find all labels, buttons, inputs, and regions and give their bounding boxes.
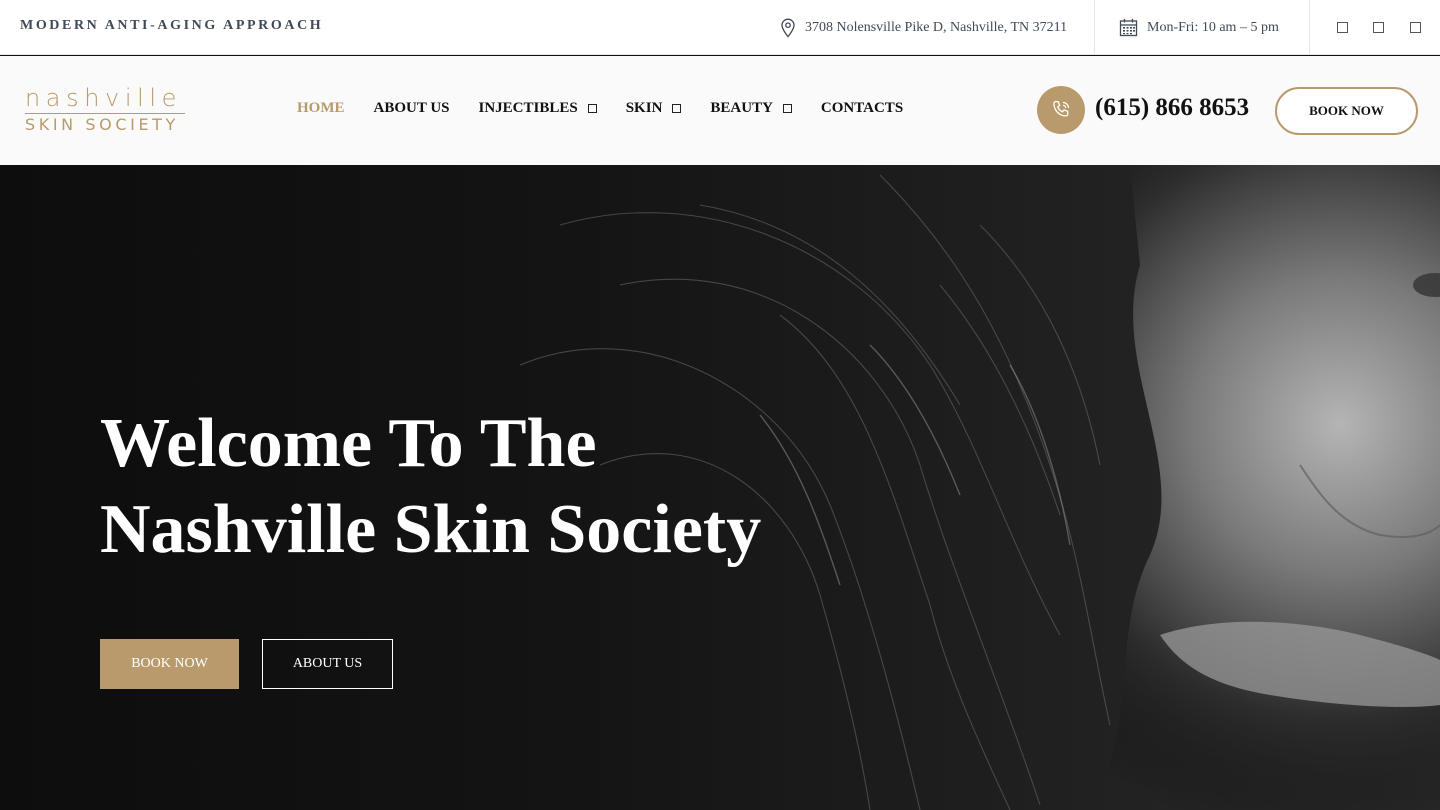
hero-title-line-2: Nashville Skin Society	[100, 491, 762, 568]
opening-hours: Mon-Fri: 10 am – 5 pm	[1094, 0, 1279, 55]
location-pin-icon	[781, 18, 795, 38]
nav-item-label: HOME	[297, 100, 345, 116]
site-logo[interactable]: nashville SKIN SOCIETY	[25, 86, 190, 133]
logo-divider	[25, 113, 185, 114]
hero-about-us-button[interactable]: ABOUT US	[262, 639, 393, 689]
social-icon-1[interactable]	[1336, 22, 1348, 33]
nav-item-injectibles[interactable]: INJECTIBLES	[479, 100, 597, 117]
nav-item-label: INJECTIBLES	[478, 100, 578, 116]
dropdown-icon	[672, 104, 682, 113]
hero-section: Welcome To The Nashville Skin Society BO…	[0, 165, 1440, 810]
header-book-now-button[interactable]: BOOK NOW	[1275, 87, 1418, 135]
hours-text: Mon-Fri: 10 am – 5 pm	[1147, 19, 1279, 35]
hero-book-now-button[interactable]: BOOK NOW	[100, 639, 239, 689]
nav-item-skin[interactable]: SKIN	[626, 100, 682, 117]
phone-icon	[1053, 100, 1070, 117]
nav-item-about-us[interactable]: ABOUT US	[374, 100, 450, 117]
address[interactable]: 3708 Nolensville Pike D, Nashville, TN 3…	[780, 0, 1067, 55]
hero-title: Welcome To The Nashville Skin Society	[100, 401, 761, 573]
social-icon-3[interactable]	[1410, 22, 1422, 33]
hero-title-line-1: Welcome To The	[100, 405, 597, 482]
logo-wordmark-top: nashville	[25, 84, 183, 112]
nav-item-label: CONTACTS	[820, 100, 904, 116]
nav-item-label: BEAUTY	[710, 100, 773, 116]
main-header: nashville SKIN SOCIETY HOME ABOUT US INJ…	[0, 56, 1440, 165]
dropdown-icon	[587, 104, 597, 113]
nav-item-label: SKIN	[625, 100, 663, 116]
phone-number[interactable]: (615) 866 8653	[1095, 94, 1249, 122]
calendar-icon	[1119, 19, 1138, 37]
nav-item-beauty[interactable]: BEAUTY	[710, 100, 792, 117]
phone-button[interactable]	[1037, 86, 1085, 134]
main-nav: HOME ABOUT US INJECTIBLES SKIN BEAUTY CO…	[297, 100, 932, 117]
social-icon-2[interactable]	[1373, 22, 1385, 33]
social-links	[1309, 0, 1440, 55]
logo-wordmark-bottom: SKIN SOCIETY	[25, 115, 179, 134]
nav-item-label: ABOUT US	[373, 100, 450, 116]
nav-item-contacts[interactable]: CONTACTS	[821, 100, 903, 117]
top-bar: MODERN ANTI-AGING APPROACH 3708 Nolensvi…	[0, 0, 1440, 55]
nav-item-home[interactable]: HOME	[297, 100, 345, 117]
dropdown-icon	[782, 104, 792, 113]
address-text: 3708 Nolensville Pike D, Nashville, TN 3…	[805, 19, 1068, 35]
tagline: MODERN ANTI-AGING APPROACH	[20, 18, 324, 33]
